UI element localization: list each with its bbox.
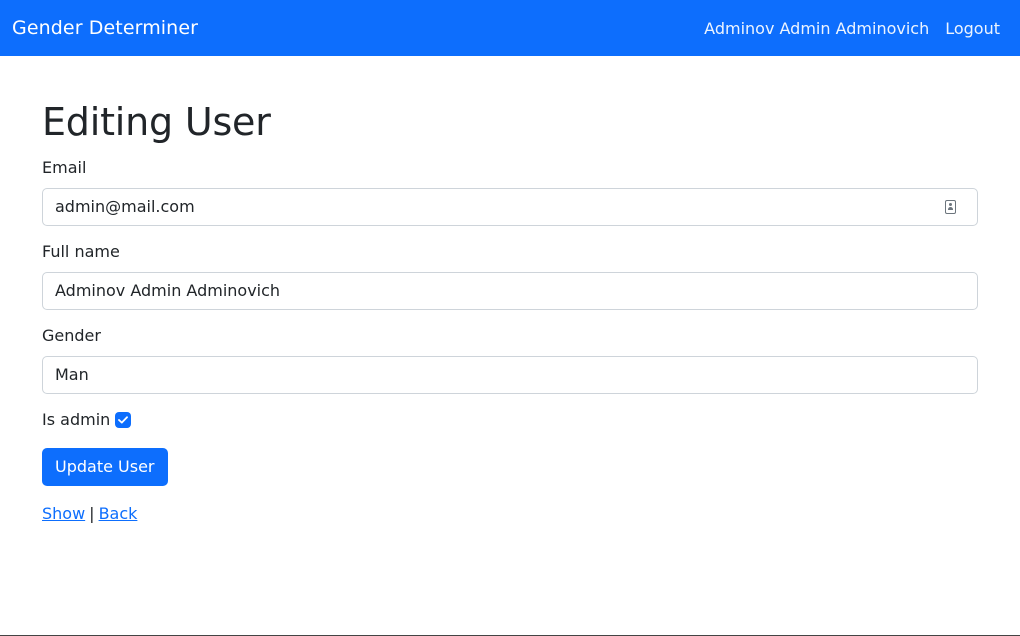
edit-user-form: Email Full name Gender Is admin Update U… [42,156,978,486]
email-input-wrapper [42,187,978,226]
navbar-right: Adminov Admin Adminovich Logout [704,19,1000,38]
main-content: Editing User Email Full name Gender Is a… [42,100,978,526]
footer-links: Show | Back [42,502,978,526]
logout-link[interactable]: Logout [945,19,1000,38]
update-user-button[interactable]: Update User [42,447,168,486]
page-title: Editing User [42,100,271,144]
email-input[interactable] [42,187,978,226]
user-name-link[interactable]: Adminov Admin Adminovich [704,19,929,38]
gender-input[interactable] [42,355,978,394]
is-admin-checkbox[interactable] [115,411,132,428]
show-link[interactable]: Show [42,504,85,523]
email-field-group: Email [42,156,978,226]
top-navbar: Gender Determiner Adminov Admin Adminovi… [0,0,1020,56]
full-name-label: Full name [42,241,120,261]
back-link[interactable]: Back [99,504,138,523]
full-name-input[interactable] [42,271,978,310]
contact-card-icon[interactable] [945,199,956,214]
gender-field-group: Gender [42,324,978,394]
brand-link[interactable]: Gender Determiner [12,17,198,39]
email-label: Email [42,157,87,177]
is-admin-row: Is admin [42,408,978,432]
checkmark-icon [118,415,129,424]
gender-label: Gender [42,325,101,345]
link-separator: | [89,503,95,523]
is-admin-label: Is admin [42,410,111,430]
full-name-field-group: Full name [42,240,978,310]
